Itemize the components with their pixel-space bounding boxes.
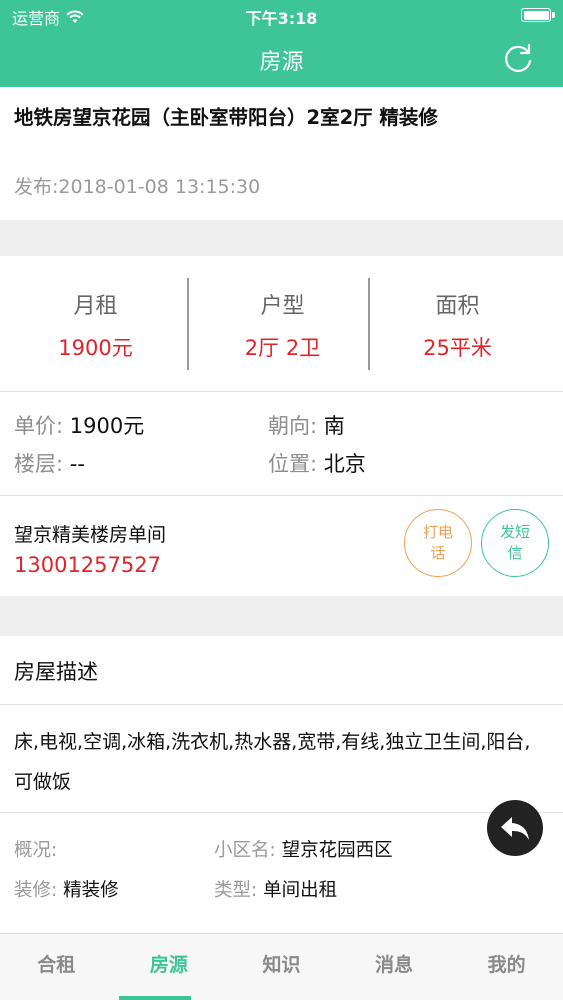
back-button[interactable] xyxy=(487,800,543,856)
detail-value: 南 xyxy=(323,414,345,438)
stat-value: 2厅 2卫 xyxy=(244,336,321,360)
meta-key: 装修: xyxy=(14,880,58,901)
contact-name: 望京精美楼房单间 xyxy=(14,524,167,546)
reply-arrow-icon xyxy=(501,817,529,840)
description-section: 房屋描述 床,电视,空调,冰箱,洗衣机,热水器,宽带,有线,独立卫生间,阳台,可… xyxy=(0,636,563,934)
stat-value: 25平米 xyxy=(423,336,492,360)
meta-type: 类型: 单间出租 xyxy=(214,876,337,902)
detail-location: 位置: 北京 xyxy=(268,448,366,478)
divider xyxy=(0,495,563,496)
call-button-line1: 打电 xyxy=(422,523,453,541)
meta-key: 类型: xyxy=(214,880,258,901)
tab-knowledge[interactable]: 知识 xyxy=(225,934,338,1000)
meta-overview: 概况: xyxy=(14,836,57,862)
refresh-icon[interactable] xyxy=(501,42,535,76)
status-bar: 运营商 下午3:18 xyxy=(0,0,563,30)
active-tab-indicator xyxy=(119,996,191,1000)
meta-key: 小区名: xyxy=(214,840,276,861)
divider xyxy=(0,812,563,813)
contact-phone[interactable]: 13001257527 xyxy=(14,553,161,577)
battery-icon xyxy=(521,8,555,22)
divider xyxy=(0,391,563,392)
listing-title: 地铁房望京花园（主卧室带阳台）2室2厅 精装修 xyxy=(14,106,438,129)
detail-key: 朝向: xyxy=(268,414,318,438)
meta-value: 单间出租 xyxy=(263,880,338,901)
stat-label: 户型 xyxy=(260,294,305,319)
tab-profile[interactable]: 我的 xyxy=(450,934,563,1000)
tab-listings[interactable]: 房源 xyxy=(113,934,226,1000)
detail-key: 楼层: xyxy=(14,452,64,476)
stat-rent: 月租 1900元 xyxy=(2,256,189,391)
call-button-line2: 话 xyxy=(430,544,446,562)
call-button[interactable]: 打电 话 xyxy=(404,509,472,577)
tab-shared-rent[interactable]: 合租 xyxy=(0,934,113,1000)
meta-value: 望京花园西区 xyxy=(281,840,393,861)
page-title: 房源 xyxy=(259,50,304,75)
detail-key: 位置: xyxy=(268,452,318,476)
detail-value: 北京 xyxy=(323,452,366,476)
tab-messages[interactable]: 消息 xyxy=(338,934,451,1000)
meta-community: 小区名: 望京花园西区 xyxy=(214,836,393,862)
detail-floor: 楼层: -- xyxy=(14,448,85,478)
stat-label: 面积 xyxy=(435,294,480,319)
description-heading: 房屋描述 xyxy=(14,660,98,684)
detail-value: -- xyxy=(69,452,85,476)
meta-key: 概况: xyxy=(14,840,58,861)
stat-label: 月租 xyxy=(73,294,118,319)
status-time: 下午3:18 xyxy=(245,9,318,28)
stat-value: 1900元 xyxy=(58,336,133,360)
listing-details: 月租 1900元 户型 2厅 2卫 面积 25平米 单价: 1900元 朝向: … xyxy=(0,256,563,596)
sms-button[interactable]: 发短 信 xyxy=(481,509,549,577)
stat-area: 面积 25平米 xyxy=(364,256,551,391)
meta-value: 精装修 xyxy=(63,880,119,901)
meta-decoration: 装修: 精装修 xyxy=(14,876,119,902)
description-text: 床,电视,空调,冰箱,洗衣机,热水器,宽带,有线,独立卫生间,阳台,可做饭 xyxy=(14,731,531,793)
detail-orientation: 朝向: 南 xyxy=(268,410,345,440)
nav-bar: 房源 xyxy=(0,30,563,87)
listing-header: 地铁房望京花园（主卧室带阳台）2室2厅 精装修 发布:2018-01-08 13… xyxy=(0,87,563,220)
sms-button-line2: 信 xyxy=(507,544,523,562)
detail-unit-price: 单价: 1900元 xyxy=(14,410,144,440)
detail-key: 单价: xyxy=(14,414,64,438)
publish-date: 发布:2018-01-08 13:15:30 xyxy=(14,176,261,198)
divider xyxy=(0,704,563,705)
detail-value: 1900元 xyxy=(69,414,145,438)
stat-layout: 户型 2厅 2卫 xyxy=(189,256,376,391)
sms-button-line1: 发短 xyxy=(499,523,530,541)
tab-bar: 合租 房源 知识 消息 我的 xyxy=(0,933,563,1000)
